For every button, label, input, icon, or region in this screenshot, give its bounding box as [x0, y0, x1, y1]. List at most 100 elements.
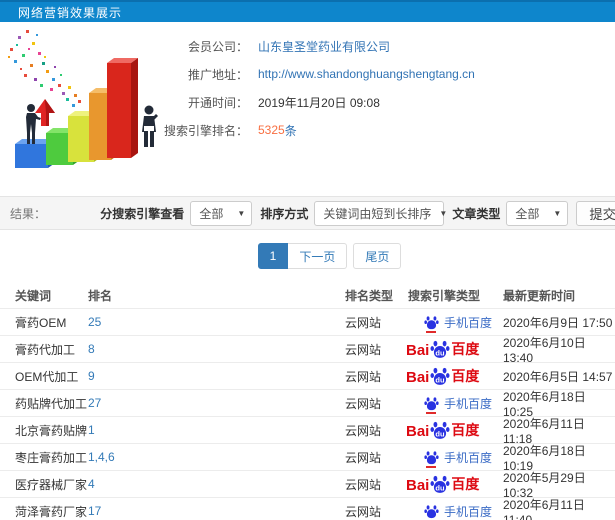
rank-link[interactable]: 1,4,6 [88, 450, 345, 464]
table-body: 膏药OEM 25 云网站 手机百度 2020年6月9日 17:50 膏药代加工 … [0, 309, 615, 520]
promo-url-link[interactable]: http://www.shandonghuangshengtang.cn [258, 67, 475, 81]
pagination: 1 下一页 尾页 [22, 230, 615, 282]
baidu-logo: Bai du 百度 [406, 475, 480, 494]
header-update-time: 最新更新时间 [503, 288, 576, 303]
baidu-paw-icon: du [430, 340, 450, 358]
member-company-link[interactable]: 山东皇圣堂药业有限公司 [258, 38, 390, 55]
businessman-right [142, 105, 158, 147]
update-time-cell: 2020年6月10日 13:40 [503, 335, 586, 365]
open-time-value: 2019年11月20日 09:08 [258, 95, 380, 110]
page-button-current[interactable]: 1 [257, 243, 289, 269]
engine-filter-select[interactable]: 全部 ▼ [190, 200, 253, 226]
table-row: 膏药代加工 8 云网站 Bai du 百度 2020年6月10日 13:40 [0, 335, 615, 365]
engine-rank-row: 搜索引擎排名： 5325 条 [160, 116, 475, 144]
member-company-row: 会员公司： 山东皇圣堂药业有限公司 [160, 32, 475, 60]
baidu-logo: Bai du 百度 [406, 421, 480, 440]
rank-type-cell: 云网站 [345, 423, 382, 438]
rank-link[interactable]: 9 [88, 369, 345, 383]
keyword-cell: 菏泽膏药厂家 [15, 504, 88, 519]
promo-url-row: 推广地址： http://www.shandonghuangshengtang.… [160, 60, 475, 88]
baidu-logo: Bai du 百度 [406, 367, 480, 386]
engine-rank-unit[interactable]: 条 [285, 122, 297, 139]
confetti-dots [8, 30, 81, 107]
search-engine-cell: Bai du 百度 [406, 420, 503, 440]
rank-link[interactable]: 25 [88, 315, 345, 329]
keyword-cell: OEM代加工 [15, 369, 79, 384]
rank-link[interactable]: 17 [88, 504, 345, 518]
svg-text:du: du [436, 348, 446, 357]
engine-rank-label: 搜索引擎排名： [163, 123, 248, 138]
rank-type-cell: 云网站 [345, 504, 382, 519]
search-engine-cell: 手机百度 [408, 395, 503, 414]
search-engine-cell: 手机百度 [408, 503, 503, 520]
keyword-cell: 枣庄膏药加工 [15, 450, 88, 465]
engine-filter-value: 全部 [199, 206, 224, 221]
table-row: 菏泽膏药厂家 17 云网站 手机百度 2020年6月11日 11:40 [0, 498, 615, 520]
article-type-label: 文章类型 [452, 206, 501, 221]
baidu-paw-icon [424, 315, 439, 329]
article-type-select[interactable]: 全部 ▼ [506, 200, 569, 226]
rank-type-cell: 云网站 [345, 450, 382, 465]
header-rank-type: 排名类型 [345, 288, 394, 303]
baidu-paw-icon [424, 396, 439, 410]
rank-link[interactable]: 1 [88, 423, 345, 437]
up-arrow-icon [35, 99, 55, 126]
search-engine-cell: Bai du 百度 [406, 366, 503, 386]
search-engine-cell: Bai du 百度 [406, 339, 503, 359]
keyword-cell: 药贴牌代加工 [15, 396, 88, 411]
svg-text:du: du [436, 375, 446, 384]
header-keyword: 关键词 [15, 288, 52, 303]
article-type-value: 全部 [515, 206, 540, 221]
mobile-baidu-logo: 手机百度 [424, 449, 492, 468]
update-time-cell: 2020年6月5日 14:57 [503, 369, 613, 384]
rank-type-cell: 云网站 [345, 396, 382, 411]
chevron-down-icon: ▼ [439, 208, 448, 218]
search-engine-cell: 手机百度 [408, 314, 503, 333]
keyword-cell: 膏药代加工 [15, 342, 76, 357]
engine-rank-count: 5325 [258, 123, 285, 137]
mobile-baidu-logo: 手机百度 [424, 503, 492, 520]
account-info-list: 会员公司： 山东皇圣堂药业有限公司 推广地址： http://www.shand… [160, 32, 475, 144]
update-time-cell: 2020年6月9日 17:50 [503, 315, 613, 330]
table-row: 枣庄膏药加工 1,4,6 云网站 手机百度 2020年6月18日 10:19 [0, 444, 615, 473]
header-engine-type: 搜索引擎类型 [408, 288, 481, 303]
svg-text:du: du [436, 429, 446, 438]
result-label: 结果： [10, 206, 47, 221]
page-header-banner: 网络营销效果展示 [0, 0, 615, 22]
keyword-cell: 北京膏药贴牌 [15, 423, 88, 438]
rank-type-cell: 云网站 [345, 477, 382, 492]
filter-bar: 结果： 分搜索引擎查看 全部 ▼ 排序方式 关键词由短到长排序 ▼ 文章类型 全… [0, 196, 615, 230]
rank-type-cell: 云网站 [345, 342, 382, 357]
open-time-row: 开通时间： 2019年11月20日 09:08 [160, 88, 475, 116]
sort-filter-select[interactable]: 关键词由短到长排序 ▼ [314, 200, 448, 226]
account-info-section: 会员公司： 山东皇圣堂药业有限公司 推广地址： http://www.shand… [0, 22, 615, 196]
table-row: 北京膏药贴牌 1 云网站 Bai du 百度 2020年6月11日 11:18 [0, 417, 615, 446]
baidu-paw-icon: du [430, 367, 450, 385]
sort-filter-label: 排序方式 [260, 206, 309, 221]
results-table: 关键词 排名 排名类型 搜索引擎类型 最新更新时间 膏药OEM 25 云网站 手… [0, 282, 615, 520]
open-time-label: 开通时间： [187, 95, 248, 110]
rank-link[interactable]: 4 [88, 477, 345, 491]
keyword-cell: 医疗器械厂家 [15, 477, 88, 492]
table-header-row: 关键词 排名 排名类型 搜索引擎类型 最新更新时间 [0, 282, 615, 309]
promo-url-label: 推广地址： [187, 67, 248, 82]
filter-controls: 分搜索引擎查看 全部 ▼ 排序方式 关键词由短到长排序 ▼ 文章类型 全部 ▼ … [92, 200, 615, 226]
rank-link[interactable]: 27 [88, 396, 345, 410]
table-row: 医疗器械厂家 4 云网站 Bai du 百度 2020年5月29日 10:32 [0, 471, 615, 500]
mobile-baidu-logo: 手机百度 [424, 395, 492, 414]
engine-filter-label: 分搜索引擎查看 [100, 206, 185, 221]
chevron-down-icon: ▼ [553, 208, 562, 218]
last-page-button[interactable]: 尾页 [353, 243, 402, 269]
table-row: OEM代加工 9 云网站 Bai du 百度 2020年6月5日 14:57 [0, 363, 615, 390]
next-page-button[interactable]: 下一页 [288, 243, 348, 269]
table-row: 膏药OEM 25 云网站 手机百度 2020年6月9日 17:50 [0, 309, 615, 336]
table-row: 药贴牌代加工 27 云网站 手机百度 2020年6月18日 10:25 [0, 390, 615, 419]
baidu-paw-icon [424, 450, 439, 464]
header-rank: 排名 [88, 288, 113, 303]
svg-text:du: du [436, 483, 446, 492]
keyword-cell: 膏药OEM [15, 315, 67, 330]
rank-link[interactable]: 8 [88, 342, 345, 356]
submit-button[interactable]: 提交 [576, 200, 615, 226]
bar-red [107, 58, 138, 158]
search-engine-cell: 手机百度 [408, 449, 503, 468]
